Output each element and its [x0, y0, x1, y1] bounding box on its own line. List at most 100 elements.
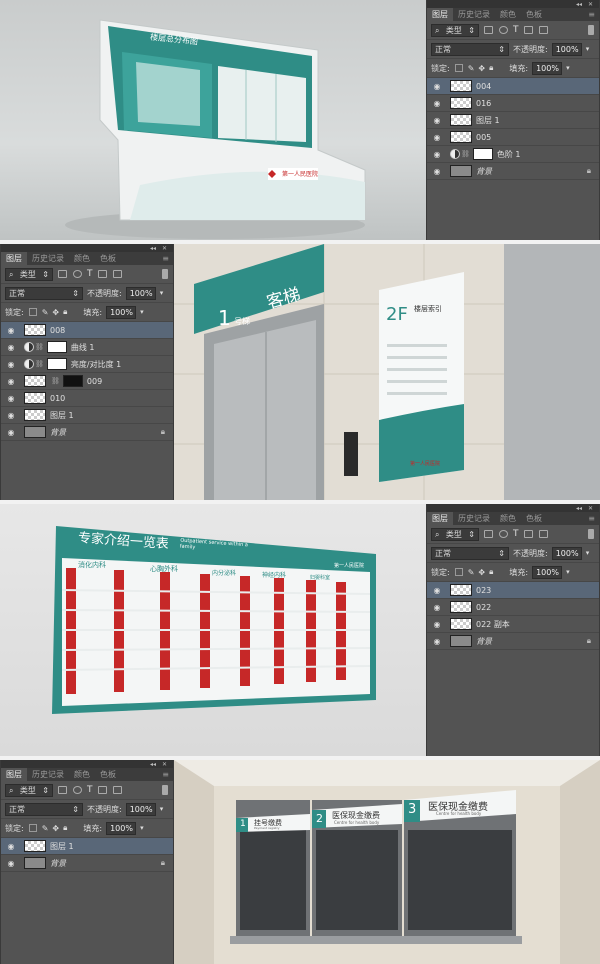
smart-object-filter-icon[interactable]	[112, 270, 122, 278]
tab-swatches[interactable]: 色板	[95, 252, 121, 265]
tab-layers[interactable]: 图层	[427, 8, 453, 21]
collapse-icon[interactable]: ◂◂	[150, 761, 156, 768]
lock-transparent-icon[interactable]	[454, 568, 463, 576]
close-panel-icon[interactable]: ✕	[162, 245, 167, 252]
lock-transparent-icon[interactable]	[28, 308, 37, 316]
tab-history[interactable]: 历史记录	[453, 512, 495, 525]
fill-dropdown-icon[interactable]: ▾	[140, 824, 144, 832]
lock-position-icon[interactable]: ✥	[52, 308, 59, 317]
panel-menu-icon[interactable]: ≡	[588, 10, 595, 19]
layer-row[interactable]: ◉ 010	[1, 390, 173, 407]
visibility-eye-icon[interactable]: ◉	[4, 842, 18, 851]
layer-row[interactable]: ◉ 图层 1	[1, 407, 173, 424]
tab-color[interactable]: 颜色	[495, 8, 521, 21]
lock-all-icon[interactable]: 🔒︎	[63, 307, 67, 317]
lock-position-icon[interactable]: ✥	[478, 568, 485, 577]
layer-row[interactable]: ◉ ⛓︎ 009	[1, 373, 173, 390]
tab-layers[interactable]: 图层	[1, 768, 27, 781]
visibility-eye-icon[interactable]: ◉	[430, 620, 444, 629]
filter-kind-select[interactable]: ⌕ 类型 ⇕	[5, 783, 53, 797]
visibility-eye-icon[interactable]: ◉	[4, 326, 18, 335]
fill-dropdown-icon[interactable]: ▾	[140, 308, 144, 316]
layer-row[interactable]: ◉ 008	[1, 322, 173, 339]
visibility-eye-icon[interactable]: ◉	[4, 428, 18, 437]
adjustment-filter-icon[interactable]	[499, 26, 508, 34]
visibility-eye-icon[interactable]: ◉	[4, 411, 18, 420]
visibility-eye-icon[interactable]: ◉	[4, 377, 18, 386]
chain-link-icon[interactable]: ⛓︎	[51, 377, 60, 385]
layer-row[interactable]: ◉ 005	[427, 129, 599, 146]
opacity-dropdown-icon[interactable]: ▾	[160, 289, 164, 297]
layer-row[interactable]: ◉ 图层 1	[427, 112, 599, 129]
visibility-eye-icon[interactable]: ◉	[4, 859, 18, 868]
layer-row[interactable]: ◉ 004	[427, 78, 599, 95]
close-panel-icon[interactable]: ✕	[162, 761, 167, 768]
lock-all-icon[interactable]: 🔒︎	[489, 63, 493, 73]
opacity-dropdown-icon[interactable]: ▾	[586, 549, 590, 557]
fill-input[interactable]: 100%	[532, 565, 563, 579]
shape-filter-icon[interactable]	[97, 786, 107, 794]
opacity-input[interactable]: 100%	[551, 42, 582, 56]
tab-layers[interactable]: 图层	[1, 252, 27, 265]
tab-swatches[interactable]: 色板	[521, 512, 547, 525]
image-filter-icon[interactable]	[58, 786, 67, 794]
visibility-eye-icon[interactable]: ◉	[4, 360, 18, 369]
lock-all-icon[interactable]: 🔒︎	[489, 567, 493, 577]
lock-position-icon[interactable]: ✥	[478, 64, 485, 73]
fill-input[interactable]: 100%	[106, 821, 137, 835]
visibility-eye-icon[interactable]: ◉	[4, 394, 18, 403]
visibility-eye-icon[interactable]: ◉	[430, 167, 444, 176]
visibility-eye-icon[interactable]: ◉	[430, 82, 444, 91]
lock-pixels-icon[interactable]: ✎	[42, 308, 49, 317]
tab-color[interactable]: 颜色	[495, 512, 521, 525]
tab-history[interactable]: 历史记录	[27, 768, 69, 781]
collapse-icon[interactable]: ◂◂	[150, 245, 156, 252]
chain-link-icon[interactable]: ⛓︎	[35, 343, 44, 351]
type-filter-icon[interactable]: T	[513, 25, 519, 35]
panel-menu-icon[interactable]: ≡	[588, 514, 595, 523]
layer-row[interactable]: ◉ ⛓︎ 亮度/对比度 1	[1, 356, 173, 373]
filter-toggle-icon[interactable]	[162, 269, 168, 279]
visibility-eye-icon[interactable]: ◉	[430, 637, 444, 646]
lock-transparent-icon[interactable]	[28, 824, 37, 832]
blend-mode-select[interactable]: 正常 ⇕	[431, 546, 509, 560]
tab-color[interactable]: 颜色	[69, 768, 95, 781]
smart-object-filter-icon[interactable]	[538, 26, 548, 34]
filter-kind-select[interactable]: ⌕ 类型 ⇕	[5, 267, 53, 281]
layer-row[interactable]: ◉ ⛓︎ 曲线 1	[1, 339, 173, 356]
close-panel-icon[interactable]: ✕	[588, 505, 593, 512]
tab-swatches[interactable]: 色板	[521, 8, 547, 21]
filter-toggle-icon[interactable]	[162, 785, 168, 795]
opacity-dropdown-icon[interactable]: ▾	[586, 45, 590, 53]
layer-row[interactable]: ◉ 背景 🔒︎	[1, 424, 173, 441]
collapse-icon[interactable]: ◂◂	[576, 505, 582, 512]
opacity-input[interactable]: 100%	[551, 546, 582, 560]
lock-pixels-icon[interactable]: ✎	[468, 568, 475, 577]
fill-dropdown-icon[interactable]: ▾	[566, 64, 570, 72]
type-filter-icon[interactable]: T	[87, 269, 93, 279]
type-filter-icon[interactable]: T	[513, 529, 519, 539]
visibility-eye-icon[interactable]: ◉	[430, 603, 444, 612]
type-filter-icon[interactable]: T	[87, 785, 93, 795]
visibility-eye-icon[interactable]: ◉	[430, 150, 444, 159]
blend-mode-select[interactable]: 正常 ⇕	[5, 802, 83, 816]
panel-menu-icon[interactable]: ≡	[162, 254, 169, 263]
filter-kind-select[interactable]: ⌕ 类型 ⇕	[431, 527, 479, 541]
tab-history[interactable]: 历史记录	[453, 8, 495, 21]
image-filter-icon[interactable]	[484, 530, 493, 538]
tab-layers[interactable]: 图层	[427, 512, 453, 525]
lock-pixels-icon[interactable]: ✎	[468, 64, 475, 73]
shape-filter-icon[interactable]	[523, 530, 533, 538]
blend-mode-select[interactable]: 正常 ⇕	[5, 286, 83, 300]
tab-color[interactable]: 颜色	[69, 252, 95, 265]
opacity-input[interactable]: 100%	[125, 802, 156, 816]
smart-object-filter-icon[interactable]	[112, 786, 122, 794]
chain-link-icon[interactable]: ⛓︎	[461, 150, 470, 158]
layer-row[interactable]: ◉ 图层 1	[1, 838, 173, 855]
visibility-eye-icon[interactable]: ◉	[4, 343, 18, 352]
layer-row[interactable]: ◉ 背景 🔒︎	[427, 633, 599, 650]
lock-pixels-icon[interactable]: ✎	[42, 824, 49, 833]
opacity-dropdown-icon[interactable]: ▾	[160, 805, 164, 813]
visibility-eye-icon[interactable]: ◉	[430, 116, 444, 125]
tab-swatches[interactable]: 色板	[95, 768, 121, 781]
